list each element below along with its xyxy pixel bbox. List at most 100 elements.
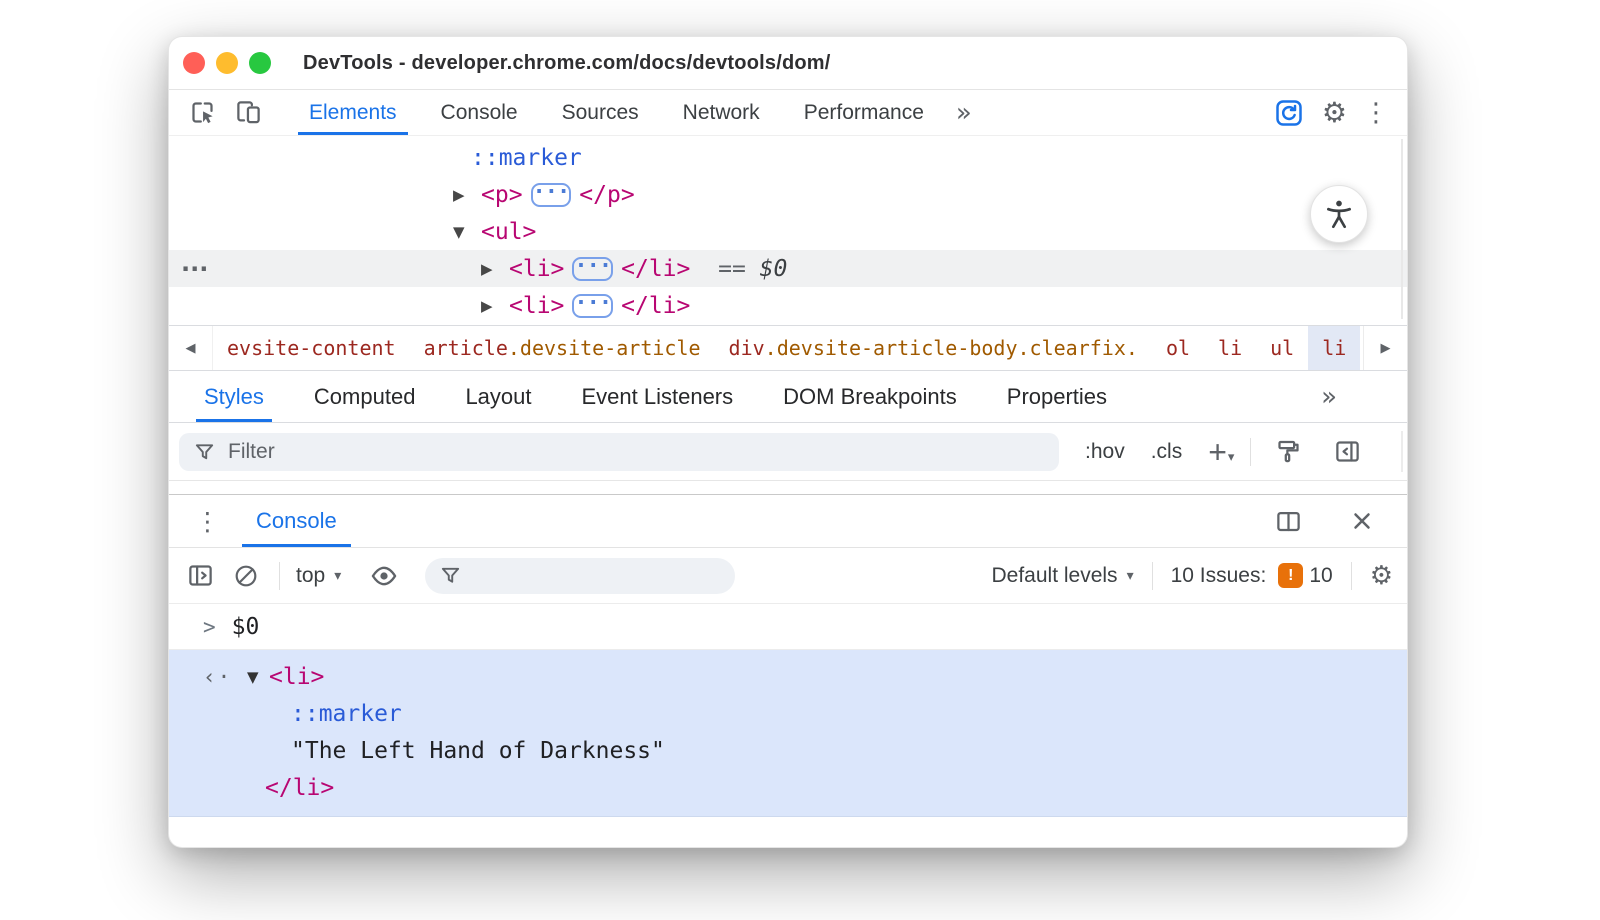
issues-icon: ! bbox=[1278, 563, 1304, 588]
split-panel-icon[interactable] bbox=[1271, 504, 1305, 538]
tab-sources[interactable]: Sources bbox=[559, 90, 642, 135]
inline-expand-button[interactable]: ··· bbox=[572, 292, 614, 318]
returned-value-icon: ‹· bbox=[203, 664, 233, 689]
console-result-selected[interactable]: ‹· ▼ <li> ::marker "The Left Hand of Dar… bbox=[169, 650, 1407, 817]
row-overflow-icon[interactable]: ··· bbox=[181, 257, 208, 281]
settings-gear-icon[interactable]: ⚙ bbox=[1322, 98, 1347, 127]
elements-tree: ::marker ▶ <p> ··· </p> ▼ <ul> ··· ▶ <li… bbox=[169, 136, 1407, 325]
close-drawer-icon[interactable] bbox=[1345, 504, 1379, 538]
tag-open: <p> bbox=[481, 181, 523, 208]
crumb-element: ol bbox=[1165, 336, 1191, 360]
breadcrumb-item[interactable]: evsite-content bbox=[213, 326, 410, 370]
more-panels-icon[interactable]: » bbox=[956, 100, 972, 126]
caret-down-icon: ▾ bbox=[334, 567, 342, 584]
breadcrumb-item[interactable]: ul bbox=[1256, 326, 1308, 370]
more-tabs-icon[interactable]: » bbox=[1321, 384, 1337, 410]
styles-filter-field[interactable] bbox=[179, 432, 1059, 471]
tree-row-marker[interactable]: ::marker bbox=[169, 139, 1407, 176]
tab-console[interactable]: Console bbox=[438, 90, 521, 135]
clear-console-icon[interactable] bbox=[229, 559, 263, 593]
crumb-element: div bbox=[728, 336, 765, 360]
crumb-element: ul bbox=[1270, 336, 1295, 360]
tab-dom-breakpoints[interactable]: DOM Breakpoints bbox=[781, 371, 959, 422]
breadcrumb: ◀ evsite-content article .devsite-article… bbox=[169, 325, 1407, 371]
tab-properties[interactable]: Properties bbox=[1005, 371, 1109, 422]
tag-close: </li> bbox=[621, 255, 691, 282]
tab-layout[interactable]: Layout bbox=[463, 371, 533, 422]
console-drawer-header: ⋮ Console bbox=[169, 494, 1407, 548]
live-expression-eye-icon[interactable] bbox=[367, 559, 401, 593]
titlebar: DevTools - developer.chrome.com/docs/dev… bbox=[169, 37, 1407, 90]
log-levels-label: Default levels bbox=[991, 563, 1118, 587]
collapsed-arrow-icon[interactable]: ▶ bbox=[481, 297, 509, 315]
plus-icon: + bbox=[1208, 433, 1227, 470]
breadcrumb-item-selected[interactable]: li bbox=[1308, 326, 1361, 370]
toggle-hover-state-button[interactable]: :hov bbox=[1085, 440, 1125, 464]
toggle-sidebar-icon[interactable] bbox=[1334, 438, 1361, 465]
tree-row-ul[interactable]: ▼ <ul> bbox=[169, 213, 1407, 250]
console-settings-gear-icon[interactable]: ⚙ bbox=[1370, 563, 1393, 589]
expanded-arrow-icon[interactable]: ▼ bbox=[247, 668, 269, 686]
log-levels-dropdown[interactable]: Default levels ▾ bbox=[992, 564, 1134, 588]
accessibility-button[interactable] bbox=[1310, 185, 1368, 243]
dollar-zero-reference: $0 bbox=[759, 255, 788, 282]
inspect-icon[interactable] bbox=[185, 96, 219, 130]
tab-elements[interactable]: Elements bbox=[298, 90, 408, 135]
tab-performance[interactable]: Performance bbox=[801, 90, 927, 135]
styles-filter-input[interactable] bbox=[228, 439, 1045, 464]
close-window-button[interactable] bbox=[183, 52, 205, 74]
crumb-classes: .devsite-article-body.clearfix. bbox=[764, 336, 1138, 360]
tab-computed[interactable]: Computed bbox=[312, 371, 418, 422]
pseudo-element-label: ::marker bbox=[471, 144, 582, 171]
breadcrumb-scroll-left-icon[interactable]: ◀ bbox=[169, 326, 213, 370]
tab-styles[interactable]: Styles bbox=[196, 371, 272, 422]
tab-event-listeners[interactable]: Event Listeners bbox=[580, 371, 736, 422]
drawer-kebab-menu-icon[interactable]: ⋮ bbox=[195, 509, 220, 534]
breadcrumb-item[interactable]: article .devsite-article bbox=[410, 326, 715, 370]
toggle-class-button[interactable]: .cls bbox=[1151, 440, 1183, 464]
accessibility-person-icon bbox=[1327, 200, 1351, 229]
crumb-element: li bbox=[1322, 336, 1347, 360]
breadcrumb-item[interactable]: ol bbox=[1152, 326, 1204, 370]
console-filter-field[interactable] bbox=[425, 557, 736, 594]
equals-sign bbox=[690, 256, 718, 282]
caret-down-icon: ▾ bbox=[1126, 567, 1134, 584]
paint-roller-icon[interactable] bbox=[1275, 438, 1302, 465]
tag-open: <li> bbox=[509, 255, 565, 282]
issues-counter[interactable]: 10 Issues: ! 10 bbox=[1171, 563, 1333, 588]
window-title: DevTools - developer.chrome.com/docs/dev… bbox=[303, 51, 831, 74]
console-messages: > $0 ‹· ▼ <li> ::marker "The Left Hand o… bbox=[169, 604, 1407, 817]
new-style-rule-button[interactable]: + ▾ bbox=[1208, 433, 1235, 470]
tree-row-li[interactable]: ▶ <li> ··· </li> bbox=[169, 287, 1407, 324]
tab-network[interactable]: Network bbox=[680, 90, 763, 135]
tag-open: <li> bbox=[509, 292, 565, 319]
tag-close: </li> bbox=[265, 774, 335, 801]
expanded-arrow-icon[interactable]: ▼ bbox=[453, 223, 481, 241]
device-toolbar-icon[interactable] bbox=[231, 96, 265, 130]
tree-row-li-selected[interactable]: ··· ▶ <li> ··· </li> == $0 bbox=[169, 250, 1407, 287]
minimize-window-button[interactable] bbox=[216, 52, 238, 74]
equals-sign: == bbox=[718, 255, 746, 282]
tree-row-p[interactable]: ▶ <p> ··· </p> bbox=[169, 176, 1407, 213]
pseudo-element-label: ::marker bbox=[291, 700, 402, 727]
styles-panel-tabs: Styles Computed Layout Event Listeners D… bbox=[169, 371, 1407, 423]
collapsed-arrow-icon[interactable]: ▶ bbox=[453, 186, 481, 204]
filter-funnel-icon bbox=[442, 567, 460, 583]
drawer-tab-console[interactable]: Console bbox=[242, 495, 351, 547]
inline-expand-button[interactable]: ··· bbox=[530, 181, 572, 207]
collapsed-arrow-icon[interactable]: ▶ bbox=[481, 260, 509, 278]
breadcrumb-scroll-right-icon[interactable]: ▶ bbox=[1363, 326, 1407, 370]
execution-context-dropdown[interactable]: top ▾ bbox=[296, 564, 341, 588]
sync-replay-icon[interactable] bbox=[1272, 96, 1306, 130]
devtools-window: DevTools - developer.chrome.com/docs/dev… bbox=[168, 36, 1408, 848]
result-line-open: ‹· ▼ <li> bbox=[169, 658, 1407, 695]
console-sidebar-icon[interactable] bbox=[183, 559, 217, 593]
caret-down-icon: ▾ bbox=[1227, 449, 1235, 465]
inline-expand-button[interactable]: ··· bbox=[572, 255, 614, 281]
breadcrumb-item[interactable]: li bbox=[1204, 326, 1256, 370]
kebab-menu-icon[interactable]: ⋮ bbox=[1363, 100, 1389, 126]
breadcrumb-item[interactable]: div .devsite-article-body.clearfix. bbox=[715, 326, 1152, 370]
tag-open: <li> bbox=[269, 663, 325, 690]
zoom-window-button[interactable] bbox=[249, 52, 271, 74]
